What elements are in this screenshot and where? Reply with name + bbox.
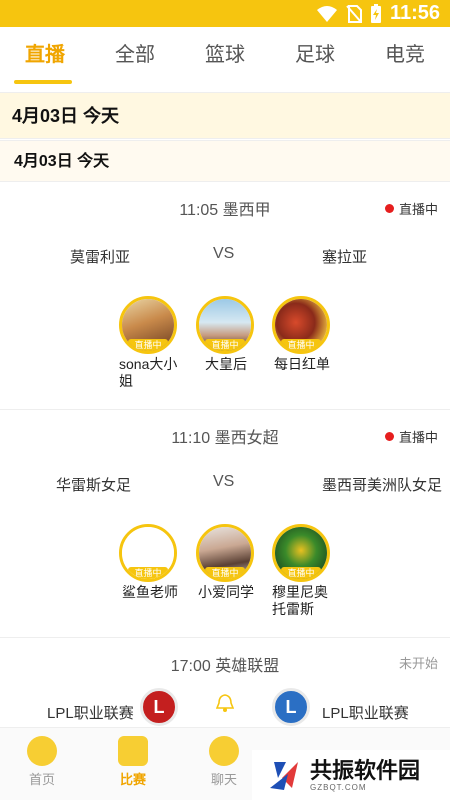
- live-tag: 直播中: [128, 567, 168, 579]
- host-name: 每日红单: [274, 356, 330, 372]
- bell-icon[interactable]: [216, 693, 234, 713]
- watermark: 共振软件园 GZBQT.COM: [252, 750, 450, 800]
- home-team: LPL职业联赛: [47, 705, 134, 722]
- match-card[interactable]: 11:10 墨西女超 直播中 华雷斯女足 VS 墨西哥美洲队女足 直播中 鲨鱼老…: [0, 411, 450, 638]
- watermark-title: 共振软件园: [310, 757, 421, 783]
- status-bar: 11:56: [0, 0, 450, 27]
- live-tag: 直播中: [128, 339, 168, 351]
- live-tag: 直播中: [205, 339, 245, 351]
- host-name: 鲨鱼老师: [122, 584, 178, 600]
- host-name: 小爱同学: [198, 584, 254, 600]
- tab-basketball[interactable]: 篮球: [180, 27, 270, 85]
- home-team-logo: L: [140, 688, 178, 726]
- nav-label: 比赛: [119, 772, 146, 787]
- chat-icon: [209, 736, 239, 766]
- match-time-league: 17:00 英雄联盟: [170, 658, 280, 675]
- match-card[interactable]: 11:05 墨西甲 直播中 莫雷利亚 VS 塞拉亚 直播中 sona大小姐 直播…: [0, 183, 450, 410]
- avatar: 直播中: [119, 296, 177, 354]
- tab-live[interactable]: 直播: [0, 27, 90, 85]
- tab-esports[interactable]: 电竞: [360, 27, 450, 85]
- vs-label: VS: [213, 473, 235, 490]
- home-icon: [27, 736, 57, 766]
- date-label: 4月03日 今天: [14, 153, 110, 170]
- host-item[interactable]: 直播中 大皇后: [196, 296, 256, 373]
- host-name: sona大小姐: [119, 356, 178, 389]
- home-team: 莫雷利亚: [70, 249, 131, 266]
- avatar: 直播中: [272, 296, 330, 354]
- nav-label: 聊天: [210, 772, 237, 787]
- tab-football[interactable]: 足球: [270, 27, 360, 85]
- date-label: 4月03日 今天: [12, 106, 120, 126]
- host-item[interactable]: 直播中 每日红单: [272, 296, 332, 373]
- live-dot-icon: [384, 432, 394, 441]
- match-time-league: 11:10 墨西女超: [171, 430, 279, 447]
- status-badge: 直播中: [384, 427, 438, 446]
- nav-chat[interactable]: 聊天: [194, 736, 254, 788]
- status-badge: 直播中: [384, 199, 438, 218]
- nav-home[interactable]: 首页: [12, 736, 72, 788]
- away-team: LPL职业联赛: [322, 705, 409, 722]
- date-header-sticky: 4月03日 今天: [0, 92, 450, 139]
- status-time: 11:56: [389, 2, 440, 24]
- host-item[interactable]: 直播中 鲨鱼老师: [119, 524, 181, 601]
- battery-icon: [370, 3, 381, 23]
- wifi-icon: [316, 5, 337, 22]
- away-team-logo: L: [272, 688, 310, 726]
- tab-all[interactable]: 全部: [90, 27, 180, 85]
- away-team: 塞拉亚: [322, 249, 368, 266]
- host-name: 穆里尼奥托雷斯: [272, 584, 328, 617]
- live-tag: 直播中: [281, 339, 321, 351]
- nav-matches[interactable]: 比赛: [103, 736, 163, 788]
- watermark-subtitle: GZBQT.COM: [310, 782, 367, 792]
- live-tag: 直播中: [205, 567, 245, 579]
- match-icon: [118, 736, 148, 766]
- host-item[interactable]: 直播中 穆里尼奥托雷斯: [272, 524, 334, 618]
- watermark-logo-icon: [270, 762, 298, 790]
- host-item[interactable]: 直播中 sona大小姐: [119, 296, 179, 390]
- vs-label: VS: [213, 245, 235, 262]
- nav-label: 首页: [28, 772, 55, 787]
- status-badge: 未开始: [398, 656, 438, 671]
- tab-indicator: [14, 80, 72, 84]
- no-sim-icon: [346, 4, 362, 23]
- avatar: 直播中: [119, 524, 177, 582]
- host-item[interactable]: 直播中 小爱同学: [196, 524, 256, 601]
- away-team: 墨西哥美洲队女足: [322, 477, 443, 494]
- match-time-league: 11:05 墨西甲: [179, 202, 271, 219]
- match-card[interactable]: 17:00 英雄联盟 未开始 LPL职业联赛 L L LPL职业联赛: [0, 639, 450, 727]
- live-dot-icon: [384, 204, 394, 213]
- live-tag: 直播中: [281, 567, 321, 579]
- host-name: 大皇后: [205, 356, 247, 372]
- category-tabs: 直播 全部 篮球 足球 电竞: [0, 27, 450, 85]
- avatar: 直播中: [196, 524, 254, 582]
- home-team: 华雷斯女足: [56, 477, 132, 494]
- avatar: 直播中: [272, 524, 330, 582]
- avatar: 直播中: [196, 296, 254, 354]
- date-header: 4月03日 今天: [0, 140, 450, 182]
